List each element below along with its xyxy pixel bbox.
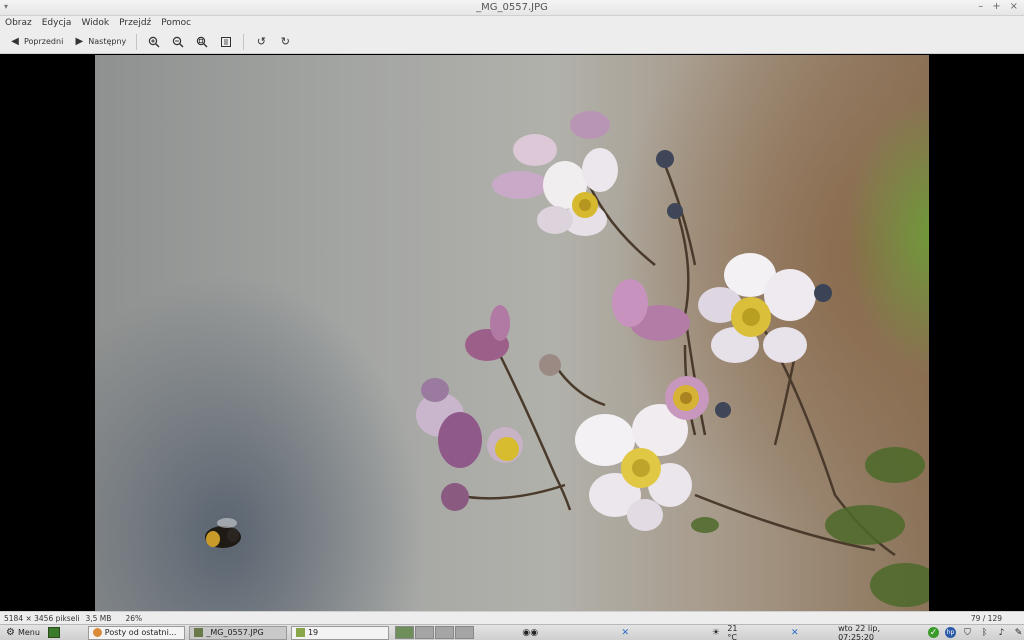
task-folder[interactable]: 19 <box>290 625 389 640</box>
rotate-right-icon: ↻ <box>280 35 290 48</box>
image-viewer[interactable] <box>0 55 1024 611</box>
menu-obraz[interactable]: Obraz <box>5 18 32 28</box>
workspace-2[interactable] <box>414 626 434 639</box>
previous-button[interactable]: ◀ Poprzedni <box>6 33 66 51</box>
browser-icon <box>92 628 102 637</box>
arrow-right-icon: ▶ <box>75 36 84 47</box>
arrow-left-icon: ◀ <box>11 36 19 47</box>
zoom-out-icon <box>173 36 184 47</box>
next-button[interactable]: ▶ Następny <box>70 33 129 51</box>
workspace-1[interactable] <box>394 626 414 639</box>
rotate-right-button[interactable]: ↻ <box>275 33 295 51</box>
window-title: _MG_0557.JPG <box>476 2 548 13</box>
task-label: _MG_0557.JPG <box>206 628 264 637</box>
system-tray: ✓ hp ⛉ ᛒ ♪ ✎ <box>928 627 1024 638</box>
volume-icon[interactable]: ♪ <box>996 627 1007 638</box>
weather-temp: 21 °C <box>727 623 738 640</box>
start-menu-button[interactable]: ⚙ Menu <box>0 625 46 640</box>
file-size: 3,5 MB <box>85 613 112 623</box>
title-bar: ▾ _MG_0557.JPG – + × <box>0 0 1024 16</box>
zoom-level: 26% <box>125 613 143 623</box>
task-image-viewer[interactable]: _MG_0557.JPG <box>189 625 287 640</box>
shield-icon[interactable]: ⛉ <box>962 627 973 638</box>
window-controls: – + × <box>978 1 1018 12</box>
zoom-original-button[interactable] <box>216 33 236 51</box>
close-icon[interactable]: × <box>1010 1 1018 12</box>
workspace-switcher <box>394 626 474 639</box>
pen-icon[interactable]: ✎ <box>1013 627 1024 638</box>
next-label: Następny <box>88 37 127 46</box>
photo-content <box>205 111 929 607</box>
zoom-in-icon <box>149 36 160 47</box>
maximize-icon[interactable]: + <box>992 1 1000 12</box>
toolbar: ◀ Poprzedni ▶ Następny ↺ ↻ <box>0 30 1024 54</box>
gear-icon: ⚙ <box>6 627 15 638</box>
zoom-in-button[interactable] <box>144 33 164 51</box>
menu-edycja[interactable]: Edycja <box>42 18 72 28</box>
zoom-original-icon <box>221 36 232 47</box>
menu-pomoc[interactable]: Pomoc <box>161 18 191 28</box>
taskbar: ⚙ Menu Posty od ostatni... _MG_0557.JPG … <box>0 624 1024 640</box>
menu-bar: Obraz Edycja Widok Przejdź Pomoc <box>0 16 1024 30</box>
workspace-4[interactable] <box>454 626 474 639</box>
weather-widget[interactable]: ☀ 21 °C <box>710 624 749 640</box>
task-posty[interactable]: Posty od ostatni... <box>87 625 186 640</box>
menu-widok[interactable]: Widok <box>81 18 109 28</box>
start-menu-label: Menu <box>17 628 40 637</box>
image-dimensions: 5184 × 3456 pikseli <box>4 613 80 623</box>
clock[interactable]: wto 22 lip, 07:25:20 <box>838 624 918 640</box>
image-position: 79 / 129 <box>970 613 1002 623</box>
task-label: 19 <box>307 628 319 637</box>
bluetooth-icon[interactable]: ᛒ <box>979 627 990 638</box>
status-bar: 5184 × 3456 pikseli 3,5 MB 26% 79 / 129 <box>0 611 1024 624</box>
network-icon-2[interactable]: ✕ <box>789 627 800 638</box>
sun-icon: ☀ <box>711 627 720 638</box>
window-menu-icon[interactable]: ▾ <box>4 2 8 11</box>
previous-label: Poprzedni <box>24 37 64 46</box>
network-icon[interactable]: ✕ <box>620 627 631 638</box>
eyes-icon[interactable]: ◉◉ <box>518 627 542 638</box>
toolbar-separator <box>136 33 138 50</box>
photo-anemone-flowers-bee <box>95 55 929 611</box>
task-label: Posty od ostatni... <box>104 628 177 637</box>
workspace-3[interactable] <box>434 626 454 639</box>
rotate-left-icon: ↺ <box>256 35 266 48</box>
minimize-icon[interactable]: – <box>978 1 983 12</box>
zoom-fit-icon <box>197 36 208 47</box>
hp-icon[interactable]: hp <box>945 627 957 638</box>
toolbar-separator <box>243 33 245 50</box>
image-icon <box>194 628 204 637</box>
check-icon[interactable]: ✓ <box>928 627 940 638</box>
rotate-left-button[interactable]: ↺ <box>251 33 271 51</box>
menu-przejdz[interactable]: Przejdź <box>119 18 151 28</box>
zoom-out-button[interactable] <box>168 33 188 51</box>
folder-icon <box>295 628 305 637</box>
zoom-fit-button[interactable] <box>192 33 212 51</box>
show-desktop-icon[interactable] <box>47 627 60 638</box>
